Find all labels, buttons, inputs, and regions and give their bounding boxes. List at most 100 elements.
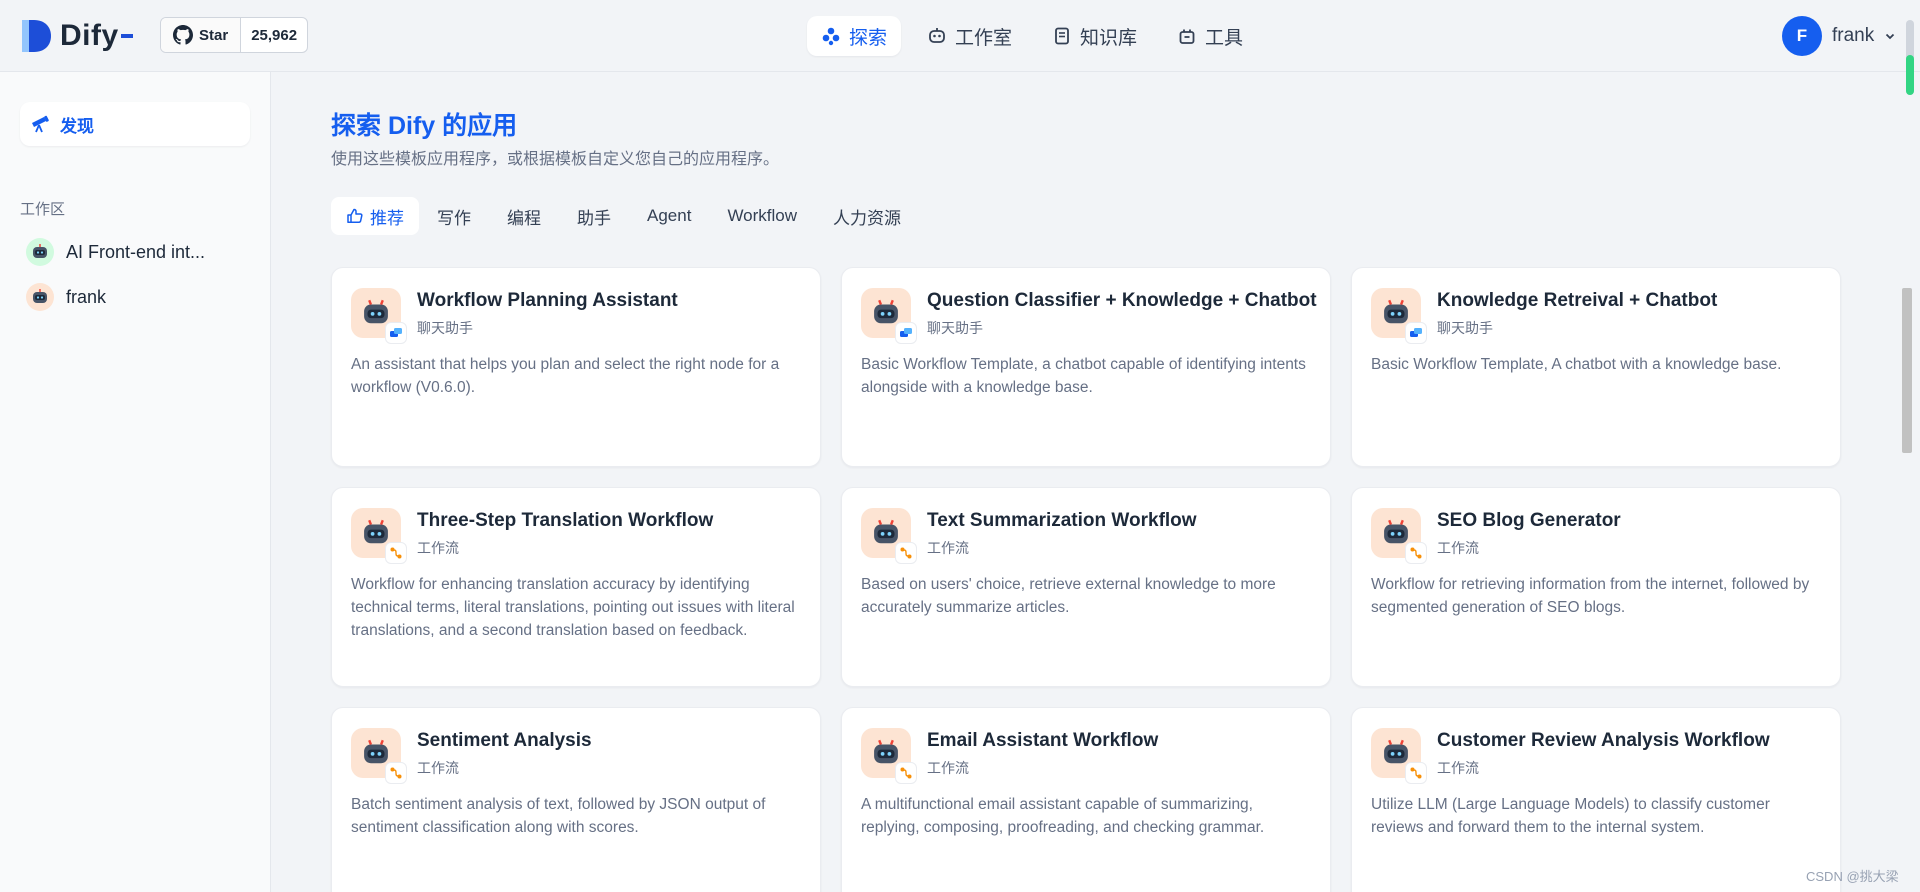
toolbox-icon xyxy=(1179,29,1195,44)
app-card-description: Batch sentiment analysis of text, follow… xyxy=(351,796,766,836)
workflow-badge-icon xyxy=(895,542,917,564)
nav-explore-label: 探索 xyxy=(849,27,888,49)
app-card[interactable]: Workflow Planning Assistant 聊天助手 An assi… xyxy=(331,267,821,467)
main-nav: 探索 工作室 知识库 工具 xyxy=(807,16,1257,56)
watermark: CSDN @挑大梁 xyxy=(1806,869,1899,884)
app-card-title: Question Classifier + Knowledge + Chatbo… xyxy=(927,290,1317,311)
app-card-title: SEO Blog Generator xyxy=(1437,510,1621,531)
app-card[interactable]: Text Summarization Workflow 工作流 Based on… xyxy=(841,487,1331,687)
category-tabs: 推荐 写作 编程 助手 Agent Workflow 人力资源 xyxy=(331,197,919,235)
app-card-description: Based on users' choice, retrieve externa… xyxy=(861,576,1276,616)
app-card-type: 工作流 xyxy=(417,540,459,556)
app-card-type: 聊天助手 xyxy=(927,320,983,336)
app-card-description: Workflow for enhancing translation accur… xyxy=(351,576,795,639)
app-card[interactable]: SEO Blog Generator 工作流 Workflow for retr… xyxy=(1351,487,1841,687)
user-avatar[interactable]: F xyxy=(1782,16,1822,56)
page-title: 探索 Dify 的应用 xyxy=(331,112,518,140)
robot-avatar-icon xyxy=(1371,508,1427,564)
workflow-badge-icon xyxy=(1405,762,1427,784)
tab-assistant[interactable]: 助手 xyxy=(559,197,629,235)
sidebar-item-discover[interactable]: 发现 xyxy=(20,102,250,146)
user-name[interactable]: frank xyxy=(1832,25,1874,47)
app-card[interactable]: Three-Step Translation Workflow 工作流 Work… xyxy=(331,487,821,687)
app-card-type: 工作流 xyxy=(1437,760,1479,776)
workspace-section-label: 工作区 xyxy=(20,201,66,218)
robot-avatar-icon xyxy=(861,728,917,784)
workflow-badge-icon xyxy=(385,762,407,784)
sidebar-item-ai-front-end[interactable]: AI Front-end int... xyxy=(26,238,205,266)
app-card-title: Workflow Planning Assistant xyxy=(417,290,678,311)
app-card-title: Sentiment Analysis xyxy=(417,730,592,751)
app-card-description: Basic Workflow Template, a chatbot capab… xyxy=(861,356,1306,396)
app-card-title: Three-Step Translation Workflow xyxy=(417,510,714,531)
robot-avatar-icon xyxy=(861,288,917,344)
top-header: Dify Star 25,962 探索 工作室 知识库 工具 F frank xyxy=(0,0,1920,72)
github-star-label: Star xyxy=(199,26,229,44)
app-card[interactable]: Email Assistant Workflow 工作流 A multifunc… xyxy=(841,707,1331,892)
sidebar-item-label: AI Front-end int... xyxy=(66,241,206,262)
nav-studio-label: 工作室 xyxy=(955,27,1013,49)
dify-logo[interactable]: Dify xyxy=(20,18,133,54)
robot-avatar-icon xyxy=(1371,288,1427,344)
tab-recommended[interactable]: 推荐 xyxy=(331,197,419,235)
github-star-button[interactable]: Star xyxy=(161,18,242,52)
app-card[interactable]: Customer Review Analysis Workflow 工作流 Ut… xyxy=(1351,707,1841,892)
tab-label: 推荐 xyxy=(370,208,404,228)
nav-studio[interactable]: 工作室 xyxy=(913,16,1026,56)
chevron-down-icon[interactable] xyxy=(1884,30,1896,42)
tab-label: 助手 xyxy=(577,208,611,228)
brand-name: Dify xyxy=(60,19,119,52)
tab-label: Agent xyxy=(647,206,692,225)
workflow-badge-icon xyxy=(1405,542,1427,564)
tab-programming[interactable]: 编程 xyxy=(489,197,559,235)
workflow-badge-icon xyxy=(385,542,407,564)
robot-avatar-icon xyxy=(861,508,917,564)
app-card-title: Email Assistant Workflow xyxy=(927,730,1159,751)
app-card-title: Knowledge Retreival + Chatbot xyxy=(1437,290,1718,311)
chat-badge-icon xyxy=(1405,322,1427,344)
dify-logo-icon xyxy=(22,20,51,52)
tab-label: 人力资源 xyxy=(833,208,902,228)
tab-agent[interactable]: Agent xyxy=(629,197,709,235)
app-card[interactable]: Sentiment Analysis 工作流 Batch sentiment a… xyxy=(331,707,821,892)
sidebar-item-discover-label: 发现 xyxy=(60,116,94,136)
tab-label: 编程 xyxy=(507,208,541,228)
main-content: 探索 Dify 的应用 使用这些模板应用程序，或根据模板自定义您自己的应用程序。… xyxy=(271,72,1920,892)
app-card-title: Text Summarization Workflow xyxy=(927,510,1197,531)
nav-knowledge[interactable]: 知识库 xyxy=(1038,16,1151,56)
app-card-type: 工作流 xyxy=(417,760,459,776)
tab-hr[interactable]: 人力资源 xyxy=(815,197,919,235)
app-card-description: Utilize LLM (Large Language Models) to c… xyxy=(1371,796,1770,836)
app-card-type: 工作流 xyxy=(1437,540,1479,556)
robot-avatar-icon xyxy=(26,238,54,266)
robot-avatar-icon xyxy=(26,283,54,311)
app-card-description: Basic Workflow Template, A chatbot with … xyxy=(1371,356,1782,373)
app-card[interactable]: Knowledge Retreival + Chatbot 聊天助手 Basic… xyxy=(1351,267,1841,467)
tab-writing[interactable]: 写作 xyxy=(419,197,489,235)
app-card-description: Workflow for retrieving information from… xyxy=(1371,576,1810,616)
nav-tools[interactable]: 工具 xyxy=(1163,16,1257,56)
book-icon xyxy=(1055,27,1069,45)
tab-label: 写作 xyxy=(437,208,471,228)
thumbs-up-icon xyxy=(347,208,363,223)
github-star-count[interactable]: 25,962 xyxy=(241,18,307,52)
telescope-icon xyxy=(32,115,49,133)
content-scrollbar-thumb[interactable] xyxy=(1902,288,1912,453)
nav-explore[interactable]: 探索 xyxy=(807,16,902,56)
chat-badge-icon xyxy=(895,322,917,344)
github-star-widget[interactable]: Star 25,962 xyxy=(160,17,309,53)
robot-avatar-icon xyxy=(351,508,407,564)
robot-icon xyxy=(929,28,945,43)
app-card-description: An assistant that helps you plan and sel… xyxy=(351,356,780,396)
nav-knowledge-label: 知识库 xyxy=(1080,27,1138,49)
github-icon xyxy=(173,25,193,45)
app-card[interactable]: Question Classifier + Knowledge + Chatbo… xyxy=(841,267,1331,467)
app-card-type: 聊天助手 xyxy=(1437,320,1493,336)
tab-label: Workflow xyxy=(727,206,798,225)
sidebar-item-frank[interactable]: frank xyxy=(26,283,106,311)
app-card-type: 聊天助手 xyxy=(417,320,473,336)
user-menu[interactable]: F frank xyxy=(1782,16,1896,56)
workflow-badge-icon xyxy=(895,762,917,784)
tab-workflow[interactable]: Workflow xyxy=(709,197,815,235)
robot-avatar-icon xyxy=(1371,728,1427,784)
